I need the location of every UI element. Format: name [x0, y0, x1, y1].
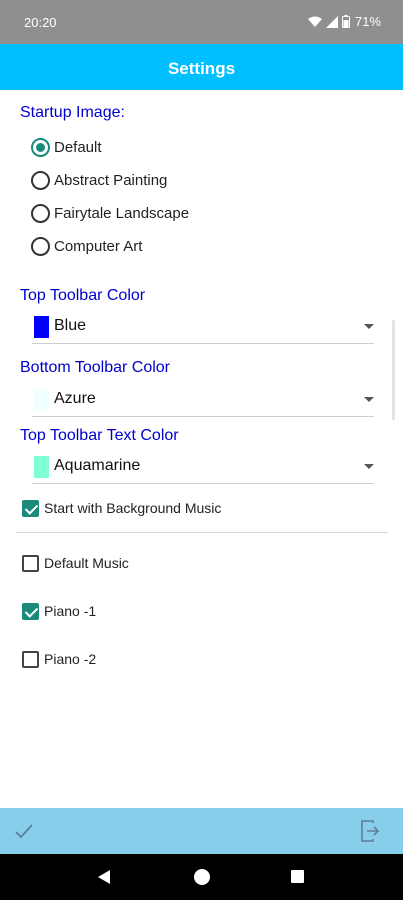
page-title: Settings	[167, 59, 236, 78]
exit-icon	[361, 820, 380, 842]
exit-button[interactable]	[359, 819, 381, 843]
top-toolbar-color-label: Top Toolbar Color	[20, 287, 146, 304]
top-toolbar-text-color-dropdown[interactable]: Aquamarine	[32, 452, 374, 484]
battery-icon	[341, 15, 350, 28]
dropdown-value: Azure	[54, 390, 96, 407]
radio-button[interactable]	[31, 203, 50, 223]
checkbox[interactable]	[22, 650, 39, 668]
radio-button-selected[interactable]	[31, 137, 50, 157]
home-icon[interactable]	[194, 869, 210, 885]
radio-label: Abstract Painting	[54, 171, 168, 189]
settings-content[interactable]: Startup Image: Default Abstract Painting…	[0, 90, 403, 808]
confirm-button[interactable]	[13, 820, 35, 842]
radio-button[interactable]	[31, 236, 50, 256]
scroll-indicator[interactable]	[392, 320, 395, 420]
checkbox-label: Start with Background Music	[44, 500, 222, 516]
top-toolbar-text-color-label: Top Toolbar Text Color	[20, 427, 179, 444]
bottom-toolbar	[0, 808, 403, 854]
wifi-icon	[307, 16, 322, 27]
music-option-default-music[interactable]: Default Music	[22, 552, 129, 574]
check-icon	[15, 824, 33, 839]
checkbox-label: Piano -1	[44, 603, 97, 619]
app-bar: Settings	[0, 44, 403, 90]
background-music-checkbox-row[interactable]: Start with Background Music	[22, 497, 221, 519]
radio-button[interactable]	[31, 170, 50, 190]
radio-option-default[interactable]: Default	[31, 135, 102, 159]
recents-icon[interactable]	[291, 870, 304, 883]
radio-option-abstract-painting[interactable]: Abstract Painting	[31, 168, 167, 192]
checkbox-label: Default Music	[44, 555, 129, 571]
color-swatch	[34, 456, 49, 478]
color-swatch	[34, 389, 49, 411]
dropdown-arrow-icon	[364, 324, 374, 329]
background-music-checkbox[interactable]	[22, 499, 39, 517]
bottom-toolbar-color-label: Bottom Toolbar Color	[20, 359, 170, 376]
music-option-piano-1[interactable]: Piano -1	[22, 600, 96, 622]
system-navigation-bar	[0, 854, 403, 900]
radio-label: Default	[54, 138, 102, 156]
status-bar: 20:20 71%	[0, 0, 403, 44]
dropdown-arrow-icon	[364, 397, 374, 402]
radio-option-computer-art[interactable]: Computer Art	[31, 234, 142, 258]
color-swatch	[34, 316, 49, 338]
dropdown-arrow-icon	[364, 464, 374, 469]
radio-option-fairytale-landscape[interactable]: Fairytale Landscape	[31, 201, 189, 225]
dropdown-value: Aquamarine	[54, 457, 141, 474]
checkbox[interactable]	[22, 602, 39, 620]
cell-signal-icon	[325, 15, 338, 28]
music-option-piano-2[interactable]: Piano -2	[22, 648, 96, 670]
battery-percent: 71%	[354, 14, 381, 29]
checkbox[interactable]	[22, 554, 39, 572]
top-toolbar-color-dropdown[interactable]: Blue	[32, 312, 374, 344]
radio-label: Fairytale Landscape	[54, 204, 190, 222]
back-icon[interactable]	[96, 869, 112, 885]
divider	[16, 532, 388, 533]
checkbox-label: Piano -2	[44, 651, 97, 667]
startup-image-label: Startup Image:	[20, 104, 125, 121]
dropdown-value: Blue	[54, 317, 87, 334]
status-time: 20:20	[24, 15, 57, 30]
bottom-toolbar-color-dropdown[interactable]: Azure	[32, 385, 374, 417]
status-icons: 71%	[307, 14, 381, 29]
radio-label: Computer Art	[54, 237, 143, 255]
